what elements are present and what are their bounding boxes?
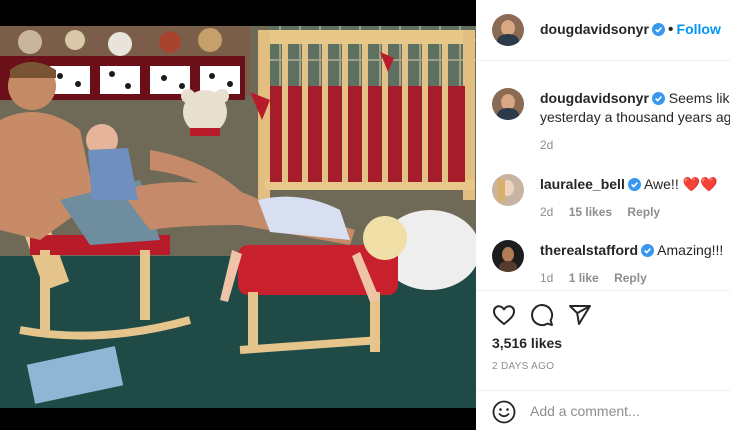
comment-item: lauralee_bell Awe!! ❤️❤️ 2d 15 likes Rep… xyxy=(476,160,730,226)
heart-emoji: ❤️❤️ xyxy=(682,176,718,192)
comment-likes[interactable]: 15 likes xyxy=(569,205,612,219)
commenter-username[interactable]: therealstafford xyxy=(540,242,638,258)
comment-item: therealstafford Amazing!!! 1d 1 like Rep… xyxy=(476,226,730,292)
comment-icon[interactable] xyxy=(530,303,554,332)
commenter-avatar[interactable] xyxy=(492,174,524,206)
caption-text-1: Seems like xyxy=(668,90,730,106)
post-sidebar: dougdavidsonyr • Follow dougdavidsonyr See… xyxy=(476,0,730,430)
verified-badge-icon xyxy=(651,23,665,36)
likes-count[interactable]: 3,516 likes xyxy=(492,335,562,351)
follow-button[interactable]: Follow xyxy=(677,21,721,37)
header-user-line: dougdavidsonyr • Follow xyxy=(540,21,721,39)
post-actions: 3,516 likes 2 DAYS AGO Add a comment... xyxy=(476,290,730,431)
commenter-username[interactable]: lauralee_bell xyxy=(540,176,625,192)
add-comment-bar[interactable]: Add a comment... xyxy=(476,390,730,432)
comment-time[interactable]: 2d xyxy=(540,205,553,219)
post-photo[interactable] xyxy=(0,0,476,430)
caption-line-1: dougdavidsonyr Seems like xyxy=(540,88,730,108)
verified-badge-icon xyxy=(651,92,665,105)
separator-dot: • xyxy=(667,21,674,38)
post-header: dougdavidsonyr • Follow xyxy=(476,0,730,61)
add-comment-input[interactable]: Add a comment... xyxy=(530,403,640,419)
heart-icon[interactable] xyxy=(492,303,516,332)
reply-button[interactable]: Reply xyxy=(614,271,647,285)
reply-button[interactable]: Reply xyxy=(627,205,660,219)
comment-meta: 2d 15 likes Reply xyxy=(540,205,672,219)
emoji-icon[interactable] xyxy=(492,400,516,429)
comment-text: Amazing!!! xyxy=(657,242,724,258)
comment-text: Awe!! xyxy=(643,176,679,192)
comment-likes[interactable]: 1 like xyxy=(569,271,599,285)
commenter-avatar[interactable] xyxy=(492,240,524,272)
nursery-photo xyxy=(0,0,476,430)
author-username[interactable]: dougdavidsonyr xyxy=(540,21,649,37)
caption-time[interactable]: 2d xyxy=(540,138,553,152)
instagram-post: dougdavidsonyr • Follow dougdavidsonyr See… xyxy=(0,0,730,430)
caption-author-username[interactable]: dougdavidsonyr xyxy=(540,90,649,106)
caption-comment: dougdavidsonyr Seems like yesterday a th… xyxy=(476,74,730,154)
comment-meta: 1d 1 like Reply xyxy=(540,271,659,285)
verified-badge-icon xyxy=(641,244,655,257)
caption-text-2: yesterday a thousand years ago xyxy=(540,109,730,125)
post-date: 2 DAYS AGO xyxy=(492,361,555,372)
comment-line: therealstafford Amazing!!! xyxy=(540,240,723,260)
comment-line: lauralee_bell Awe!! ❤️❤️ xyxy=(540,174,717,194)
share-icon[interactable] xyxy=(568,303,592,332)
comment-time[interactable]: 1d xyxy=(540,271,553,285)
author-avatar[interactable] xyxy=(492,14,524,46)
caption-author-avatar[interactable] xyxy=(492,88,524,120)
verified-badge-icon xyxy=(627,178,641,191)
